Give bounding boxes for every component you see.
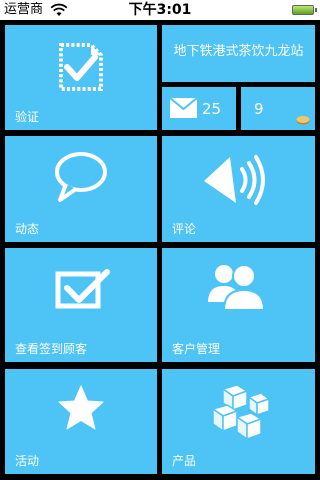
tile-customer-label: 客户管理 — [172, 342, 221, 356]
star-icon — [58, 385, 104, 430]
envelope-icon — [170, 98, 197, 118]
tile-review-label: 评论 — [172, 222, 197, 236]
tile-coins[interactable]: 9 — [241, 87, 315, 130]
tile-checkin-label: 查看签到顾客 — [15, 342, 88, 356]
speech-bubble-icon — [55, 152, 107, 202]
store-name: 地下铁港式茶饮九龙站 — [173, 44, 304, 59]
cubes-icon — [212, 384, 270, 440]
users-icon — [208, 264, 266, 311]
speaker-icon — [204, 155, 265, 205]
coin-icon — [296, 116, 310, 125]
coin-count: 9 — [254, 100, 264, 118]
tile-dynamic-label: 动态 — [15, 222, 40, 236]
tile-dynamic[interactable]: 动态 — [5, 136, 157, 242]
tile-checkin[interactable]: 查看签到顾客 — [5, 248, 157, 362]
home-screen: 运营商 下午3:01 验证 地下铁港式茶饮九龙站 25 9 动态 评论 查看签到… — [0, 0, 320, 480]
tile-activity[interactable]: 活动 — [5, 369, 157, 474]
checkbox-icon — [55, 269, 110, 309]
tile-activity-label: 活动 — [15, 454, 40, 468]
tile-verify-label: 验证 — [15, 110, 40, 124]
verified-document-icon — [59, 43, 103, 91]
status-bar: 运营商 下午3:01 — [0, 0, 320, 20]
message-count: 25 — [202, 100, 222, 118]
tile-verify[interactable]: 验证 — [5, 25, 157, 130]
tile-customer[interactable]: 客户管理 — [162, 248, 315, 362]
tile-product[interactable]: 产品 — [162, 369, 315, 474]
tile-product-label: 产品 — [172, 454, 197, 468]
tile-store[interactable]: 地下铁港式茶饮九龙站 — [162, 25, 315, 82]
battery-icon — [292, 5, 314, 15]
status-time: 下午3:01 — [128, 2, 192, 18]
battery-tip — [315, 8, 317, 12]
tile-messages[interactable]: 25 — [162, 87, 236, 130]
tile-review[interactable]: 评论 — [162, 136, 315, 242]
